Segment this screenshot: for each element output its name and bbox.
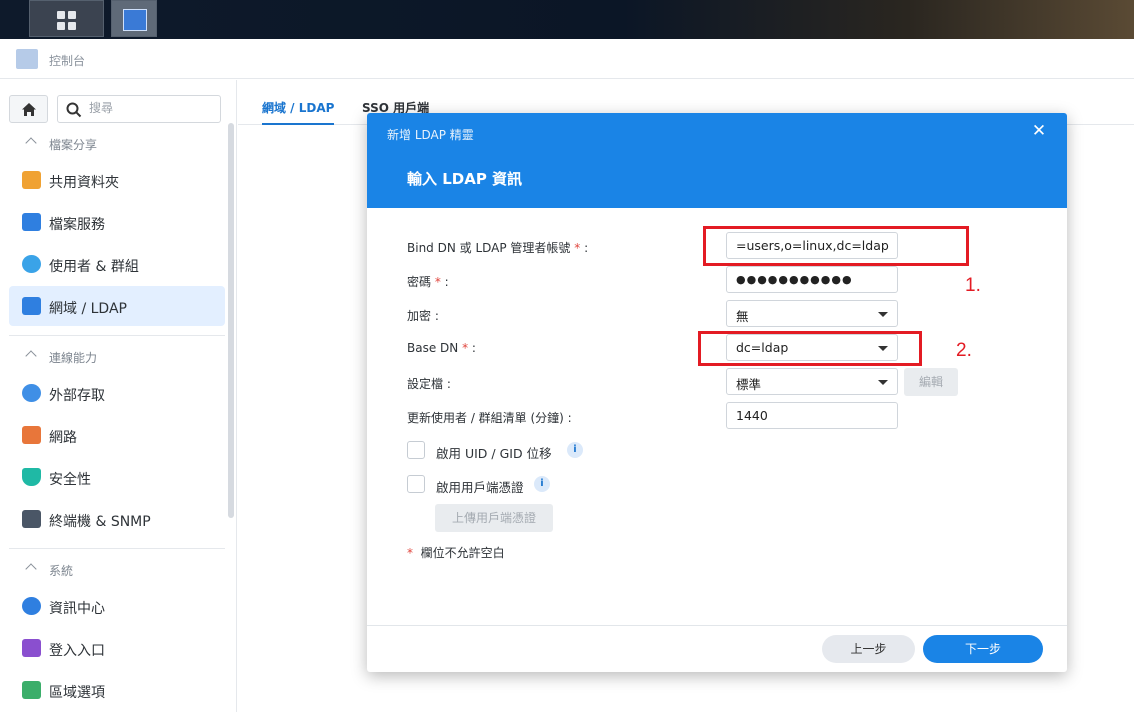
- section-label: 檔案分享: [49, 138, 98, 152]
- caret-down-icon: [878, 380, 888, 385]
- home-icon: [22, 103, 36, 116]
- sidebar-item-label: 共用資料夾: [49, 175, 119, 191]
- divider: [9, 335, 225, 336]
- encryption-value: 無: [736, 309, 749, 324]
- domain-ldap-icon: [22, 297, 41, 315]
- sidebar-item-terminal-snmp[interactable]: 終端機 & SNMP: [9, 499, 225, 539]
- control-panel-taskbar-button[interactable]: [111, 0, 157, 37]
- sidebar-item-external-access[interactable]: 外部存取: [9, 373, 225, 413]
- control-panel-icon: [16, 49, 38, 69]
- sidebar: 檔案分享 共用資料夾 檔案服務 使用者 & 群組 網域 / LDAP 連線能力 …: [0, 80, 237, 712]
- home-button[interactable]: [9, 95, 48, 123]
- annotation-box-2: [698, 331, 922, 366]
- sidebar-item-info-center[interactable]: 資訊中心: [9, 586, 225, 626]
- dialog-window-title: 新增 LDAP 精靈: [387, 128, 474, 142]
- info-icon[interactable]: i: [534, 476, 550, 492]
- ldap-wizard-dialog: 新增 LDAP 精靈 ✕ 輸入 LDAP 資訊 Bind DN 或 LDAP 管…: [367, 113, 1067, 672]
- network-house-icon: [22, 426, 41, 444]
- caret-down-icon: [878, 312, 888, 317]
- window-titlebar: 控制台: [0, 39, 1134, 79]
- window-title: 控制台: [49, 54, 86, 68]
- dialog-header: 新增 LDAP 精靈 ✕ 輸入 LDAP 資訊: [367, 113, 1067, 208]
- sidebar-item-regional-options[interactable]: 區域選項: [9, 670, 225, 710]
- sidebar-item-label: 終端機 & SNMP: [49, 514, 151, 530]
- terminal-icon: [22, 510, 41, 528]
- password-input[interactable]: ●●●●●●●●●●●: [726, 266, 898, 293]
- next-button[interactable]: 下一步: [923, 635, 1043, 663]
- sidebar-item-label: 資訊中心: [49, 601, 105, 617]
- users-icon: [22, 255, 41, 273]
- dialog-footer: 上一步 下一步: [367, 625, 1067, 672]
- profile-select[interactable]: 標準: [726, 368, 898, 395]
- folder-icon: [22, 171, 41, 189]
- sidebar-item-shared-folder[interactable]: 共用資料夾: [9, 160, 225, 200]
- search-field[interactable]: [57, 95, 221, 123]
- section-header-file-sharing[interactable]: 檔案分享: [0, 133, 228, 155]
- uid-gid-shift-label: 啟用 UID / GID 位移: [436, 446, 552, 461]
- sidebar-item-label: 檔案服務: [49, 217, 105, 233]
- main-menu-button[interactable]: [29, 0, 104, 37]
- section-header-connectivity[interactable]: 連線能力: [0, 346, 228, 368]
- required-note: * 欄位不允許空白: [407, 546, 505, 560]
- file-services-icon: [22, 213, 41, 231]
- sidebar-item-domain-ldap[interactable]: 網域 / LDAP: [9, 286, 225, 326]
- annotation-box-1: [703, 226, 969, 266]
- encryption-select[interactable]: 無: [726, 300, 898, 327]
- info-icon: [22, 597, 41, 615]
- sidebar-scrollbar[interactable]: [228, 123, 234, 518]
- prev-button[interactable]: 上一步: [822, 635, 915, 663]
- annotation-label-2: 2.: [956, 340, 972, 361]
- close-icon[interactable]: ✕: [1031, 123, 1047, 140]
- client-cert-label: 啟用用戶端憑證: [436, 480, 524, 495]
- divider: [9, 548, 225, 549]
- sidebar-item-label: 區域選項: [49, 685, 105, 701]
- tab-domain-ldap[interactable]: 網域 / LDAP: [262, 99, 335, 125]
- base-dn-label: Base DN * :: [407, 341, 476, 355]
- sidebar-item-label: 使用者 & 群組: [49, 259, 139, 275]
- sidebar-item-label: 登入入口: [49, 643, 105, 659]
- section-header-system[interactable]: 系統: [0, 559, 228, 581]
- taskbar: [0, 0, 1134, 39]
- sidebar-item-network[interactable]: 網路: [9, 415, 225, 455]
- uid-gid-shift-checkbox[interactable]: [407, 441, 425, 459]
- map-icon: [22, 681, 41, 699]
- info-icon[interactable]: i: [567, 442, 583, 458]
- grid-icon: [57, 11, 77, 31]
- encryption-label: 加密 :: [407, 309, 439, 323]
- profile-label: 設定檔 :: [407, 377, 451, 391]
- bind-dn-label: Bind DN 或 LDAP 管理者帳號 * :: [407, 241, 589, 255]
- sidebar-item-security[interactable]: 安全性: [9, 457, 225, 497]
- chevron-up-icon: [25, 350, 37, 362]
- refresh-interval-label: 更新使用者 / 群組清單 (分鐘) :: [407, 411, 572, 425]
- refresh-interval-input[interactable]: 1440: [726, 402, 898, 429]
- search-icon: [66, 102, 82, 118]
- sidebar-item-label: 網路: [49, 430, 77, 446]
- external-access-icon: [22, 384, 41, 402]
- login-portal-icon: [22, 639, 41, 657]
- shield-icon: [22, 468, 41, 486]
- chevron-up-icon: [25, 137, 37, 149]
- sidebar-item-label: 安全性: [49, 472, 91, 488]
- client-cert-checkbox[interactable]: [407, 475, 425, 493]
- sidebar-item-file-services[interactable]: 檔案服務: [9, 202, 225, 242]
- upload-client-cert-button[interactable]: 上傳用戶端憑證: [435, 504, 553, 532]
- password-label: 密碼 * :: [407, 275, 449, 289]
- profile-value: 標準: [736, 377, 762, 392]
- section-label: 連線能力: [49, 351, 98, 365]
- sidebar-item-user-group[interactable]: 使用者 & 群組: [9, 244, 225, 284]
- sidebar-item-label: 網域 / LDAP: [49, 301, 127, 317]
- search-input[interactable]: [89, 101, 214, 115]
- section-label: 系統: [49, 564, 74, 578]
- control-panel-icon: [123, 9, 147, 31]
- dialog-heading: 輸入 LDAP 資訊: [407, 170, 523, 188]
- annotation-label-1: 1.: [965, 275, 981, 296]
- sidebar-item-login-portal[interactable]: 登入入口: [9, 628, 225, 668]
- sidebar-item-label: 外部存取: [49, 388, 105, 404]
- chevron-up-icon: [25, 563, 37, 575]
- edit-profile-button[interactable]: 編輯: [904, 368, 958, 396]
